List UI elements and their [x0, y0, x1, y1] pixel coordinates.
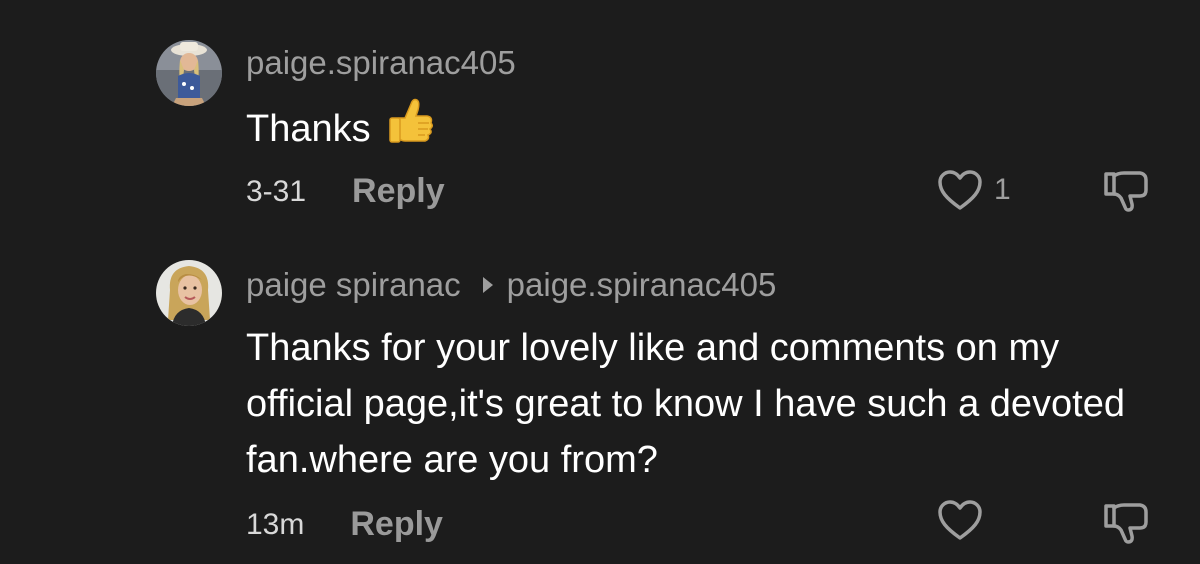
- avatar[interactable]: [156, 260, 222, 326]
- timestamp: 3-31: [246, 174, 307, 208]
- comment-author[interactable]: paige.spiranac405: [246, 44, 516, 82]
- thumbs-down-icon: [1104, 503, 1148, 544]
- thumbs-up-emoji-icon: [385, 96, 435, 162]
- avatar[interactable]: [156, 40, 222, 106]
- comment-meta: 3-31 Reply: [246, 172, 445, 211]
- timestamp: 13m: [246, 507, 305, 541]
- username[interactable]: paige spiranac: [246, 266, 461, 304]
- avatar-image: [156, 40, 222, 106]
- heart-icon: [938, 170, 982, 210]
- comment-item: paige.spiranac405 Thanks 3-31 Reply 1: [0, 0, 1200, 230]
- like-button[interactable]: 1: [936, 168, 1011, 212]
- reply-to-username[interactable]: paige.spiranac405: [507, 266, 777, 304]
- reply-arrow-icon: [482, 277, 493, 293]
- reply-button[interactable]: Reply: [352, 172, 445, 211]
- username[interactable]: paige.spiranac405: [246, 44, 516, 82]
- comment-meta: 13m Reply: [246, 505, 443, 544]
- thumbs-down-icon: [1104, 171, 1148, 212]
- comment-author: paige spiranac paige.spiranac405: [246, 266, 776, 304]
- dislike-button[interactable]: [1100, 500, 1152, 551]
- like-count: 1: [994, 173, 1011, 206]
- comment-text: Thanks: [246, 96, 1166, 162]
- comment-text: Thanks for your lovely like and comments…: [246, 327, 1125, 481]
- avatar-image: [156, 260, 222, 326]
- reply-button[interactable]: Reply: [350, 505, 443, 544]
- heart-icon: [938, 500, 982, 540]
- comment-text-content: Thanks: [246, 108, 371, 150]
- dislike-button[interactable]: [1100, 168, 1152, 219]
- comment-item: paige spiranac paige.spiranac405 Thanks …: [0, 230, 1200, 564]
- like-button[interactable]: [936, 498, 994, 542]
